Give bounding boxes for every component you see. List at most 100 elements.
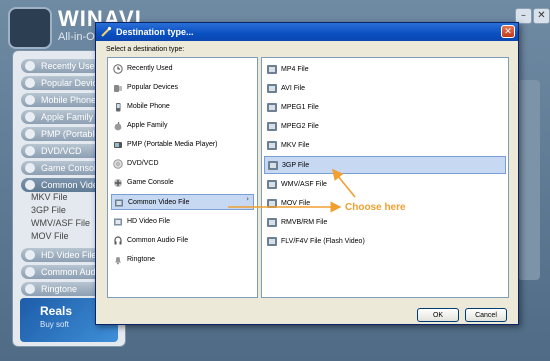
format-item-mpeg2[interactable]: MPEG2 File bbox=[264, 118, 506, 136]
format-label: WMV/ASF File bbox=[281, 181, 327, 188]
category-label: PMP (Portable Media Player) bbox=[127, 141, 218, 148]
devices-icon bbox=[114, 85, 122, 92]
film-icon bbox=[267, 122, 277, 131]
category-label: Popular Devices bbox=[127, 84, 178, 91]
film-icon bbox=[115, 199, 123, 207]
format-label: 3GP File bbox=[282, 162, 310, 169]
sidebar-item-icon bbox=[25, 180, 35, 190]
close-button[interactable]: ✕ bbox=[501, 25, 515, 38]
category-item-common-audio[interactable]: Common Audio File bbox=[111, 233, 254, 249]
film-icon bbox=[267, 84, 277, 93]
format-label: RMVB/RM File bbox=[281, 219, 328, 226]
sidebar-item-icon bbox=[25, 146, 35, 156]
promo-banner-title: Reals bbox=[40, 304, 73, 318]
dialog-title: Destination type... bbox=[116, 27, 194, 37]
app-logo bbox=[8, 7, 52, 49]
right-panel-edge bbox=[518, 80, 540, 280]
category-label: HD Video File bbox=[127, 218, 171, 225]
sidebar-subitem[interactable]: MOV File bbox=[31, 231, 69, 241]
chevron-right-icon: › bbox=[246, 195, 249, 203]
sidebar-item-label: Common Audio bbox=[41, 267, 103, 277]
sidebar-subitem[interactable]: 3GP File bbox=[31, 205, 66, 215]
film-icon bbox=[267, 103, 277, 112]
dialog-titlebar[interactable]: Destination type... ✕ bbox=[96, 23, 518, 41]
ok-button[interactable]: OK bbox=[417, 308, 459, 322]
format-item-wmv-asf[interactable]: WMV/ASF File bbox=[264, 176, 506, 194]
phone-icon bbox=[116, 103, 121, 112]
category-label: Apple Family bbox=[127, 122, 168, 129]
media-player-icon bbox=[114, 142, 122, 148]
destination-type-dialog: Destination type... ✕ Select a destinati… bbox=[95, 22, 519, 325]
film-icon bbox=[268, 161, 278, 170]
audio-icon bbox=[114, 236, 122, 245]
category-label: DVD/VCD bbox=[127, 160, 159, 167]
category-item-hd-video[interactable]: HD Video File bbox=[111, 214, 254, 230]
film-icon bbox=[267, 199, 277, 208]
sidebar-item-label: Game Console bbox=[41, 163, 102, 173]
category-label: Game Console bbox=[127, 179, 174, 186]
clock-icon bbox=[113, 64, 123, 74]
category-item-game-console[interactable]: Game Console bbox=[111, 175, 254, 191]
format-item-rmvb-rm[interactable]: RMVB/RM File bbox=[264, 214, 506, 232]
film-icon bbox=[267, 180, 277, 189]
film-icon bbox=[267, 65, 277, 74]
sidebar-item-label: Ringtone bbox=[41, 284, 78, 294]
category-item-pmp[interactable]: PMP (Portable Media Player) bbox=[111, 137, 254, 153]
sidebar-item-icon bbox=[25, 78, 35, 88]
format-label: MPEG2 File bbox=[281, 123, 319, 130]
format-item-mp4[interactable]: MP4 File bbox=[264, 61, 506, 79]
format-item-mkv[interactable]: MKV File bbox=[264, 137, 506, 155]
format-label: AVI File bbox=[281, 85, 305, 92]
sidebar-item-label: Mobile Phone bbox=[41, 95, 97, 105]
gamepad-icon bbox=[114, 179, 122, 187]
category-label: Ringtone bbox=[127, 256, 156, 263]
bell-icon bbox=[115, 257, 121, 265]
annotation-label: Choose here bbox=[345, 202, 406, 213]
format-label: MKV File bbox=[281, 142, 310, 149]
sidebar-item-label: DVD/VCD bbox=[41, 146, 82, 156]
format-item-avi[interactable]: AVI File bbox=[264, 80, 506, 98]
sidebar-item-icon bbox=[25, 129, 35, 139]
wand-icon bbox=[101, 26, 112, 37]
film-icon bbox=[267, 237, 277, 246]
cancel-button[interactable]: Cancel bbox=[465, 308, 507, 322]
promo-banner-subtitle: Buy soft bbox=[40, 320, 69, 329]
format-label: MP4 File bbox=[281, 66, 309, 73]
sidebar-item-icon bbox=[25, 267, 35, 277]
sidebar-item-label: Apple Family bbox=[41, 112, 94, 122]
format-item-3gp[interactable]: 3GP File bbox=[264, 156, 506, 174]
sidebar-item-icon bbox=[25, 95, 35, 105]
app-close-button[interactable]: ✕ bbox=[533, 8, 550, 24]
sidebar-item-label: Common Video bbox=[41, 180, 103, 190]
format-item-flv-f4v[interactable]: FLV/F4V File (Flash Video) bbox=[264, 233, 506, 251]
category-list: Recently Used Popular Devices Mobile Pho… bbox=[107, 57, 258, 298]
film-icon bbox=[267, 218, 277, 227]
sidebar-item-icon bbox=[25, 61, 35, 71]
category-label: Common Audio File bbox=[127, 237, 189, 244]
film-icon bbox=[267, 141, 277, 150]
category-label: Mobile Phone bbox=[127, 103, 170, 110]
sidebar-item-icon bbox=[25, 284, 35, 294]
format-label: FLV/F4V File (Flash Video) bbox=[281, 238, 365, 245]
category-label: Recently Used bbox=[127, 65, 173, 72]
format-label: MOV File bbox=[281, 200, 311, 207]
category-item-common-video[interactable]: Common Video File › bbox=[111, 194, 254, 210]
category-item-apple-family[interactable]: Apple Family bbox=[111, 118, 254, 134]
sidebar-item-label: HD Video File bbox=[41, 250, 97, 260]
prompt-label: Select a destination type: bbox=[106, 46, 185, 53]
sidebar-item-icon bbox=[25, 250, 35, 260]
format-list: MP4 File AVI File MPEG1 File MPEG2 File … bbox=[261, 57, 509, 298]
category-item-dvd-vcd[interactable]: DVD/VCD bbox=[111, 156, 254, 172]
sidebar-item-icon bbox=[25, 163, 35, 173]
format-item-mpeg1[interactable]: MPEG1 File bbox=[264, 99, 506, 117]
format-label: MPEG1 File bbox=[281, 104, 319, 111]
apple-icon bbox=[114, 122, 122, 131]
category-item-mobile-phone[interactable]: Mobile Phone bbox=[111, 99, 254, 115]
category-item-recently-used[interactable]: Recently Used bbox=[111, 61, 254, 77]
category-item-ringtone[interactable]: Ringtone bbox=[111, 252, 254, 268]
category-label: Common Video File bbox=[128, 199, 190, 206]
sidebar-subitem[interactable]: MKV File bbox=[31, 192, 68, 202]
category-item-popular-devices[interactable]: Popular Devices bbox=[111, 80, 254, 96]
sidebar-item-icon bbox=[25, 112, 35, 122]
sidebar-subitem[interactable]: WMV/ASF File bbox=[31, 218, 90, 228]
